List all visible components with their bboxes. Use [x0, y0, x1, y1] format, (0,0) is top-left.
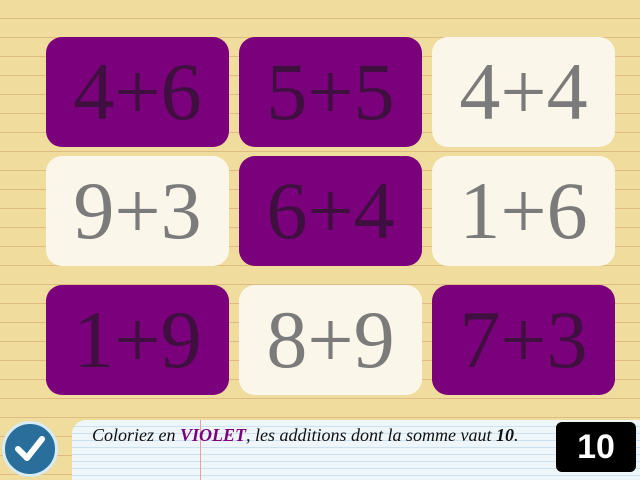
checkmark-icon [15, 436, 45, 461]
instruction-before: Coloriez en [92, 425, 180, 445]
tile-6[interactable]: 1+6 [432, 156, 615, 266]
instruction-color-word: VIOLET [180, 425, 247, 445]
instruction-text: Coloriez en VIOLET, les additions dont l… [92, 424, 554, 446]
check-button[interactable] [2, 421, 58, 477]
tile-8[interactable]: 8+9 [239, 285, 422, 395]
tile-3[interactable]: 4+4 [432, 37, 615, 147]
instruction-panel: Coloriez en VIOLET, les additions dont l… [72, 420, 640, 480]
counter-badge: 10 [556, 422, 636, 472]
tile-7[interactable]: 1+9 [46, 285, 229, 395]
tile-4[interactable]: 9+3 [46, 156, 229, 266]
tile-1[interactable]: 4+6 [46, 37, 229, 147]
tile-9[interactable]: 7+3 [432, 285, 615, 395]
tile-2[interactable]: 5+5 [239, 37, 422, 147]
tile-grid: 4+6 5+5 4+4 9+3 6+4 1+6 1+9 8+9 7+3 [0, 0, 640, 420]
tile-5[interactable]: 6+4 [239, 156, 422, 266]
instruction-end: . [514, 425, 519, 445]
instruction-target: 10 [496, 425, 515, 445]
instruction-after: , les additions dont la somme vaut [246, 425, 497, 445]
